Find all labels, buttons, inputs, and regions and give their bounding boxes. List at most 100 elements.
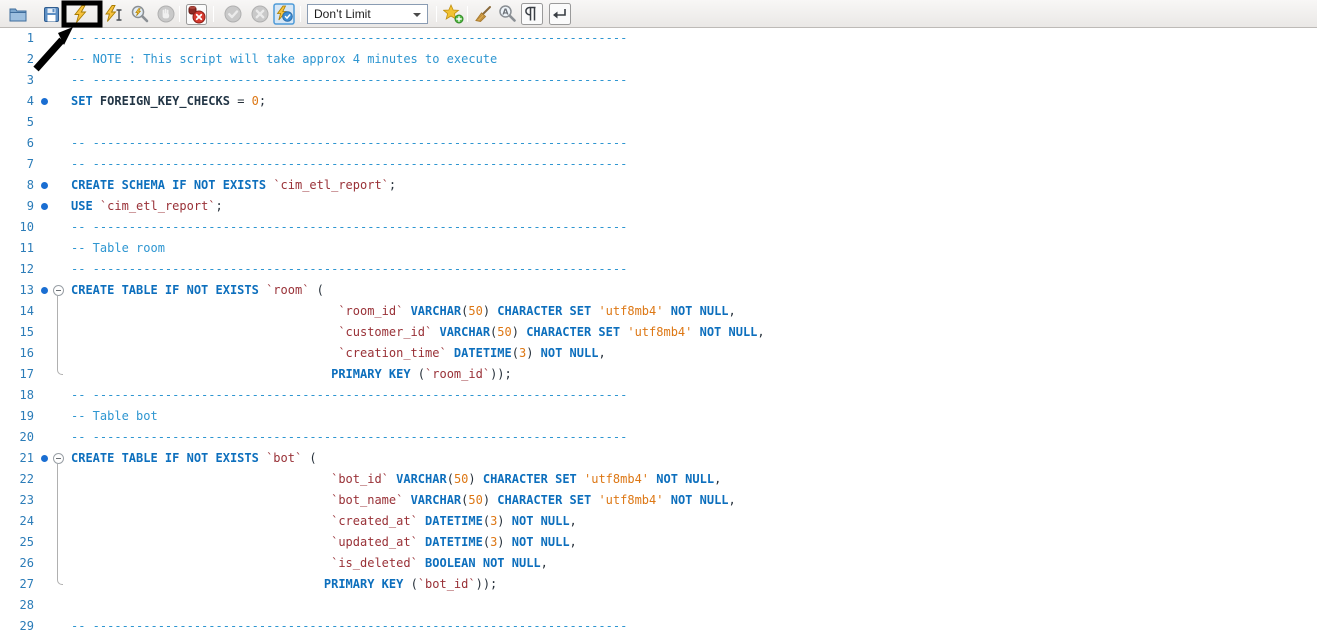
gutter <box>34 91 71 112</box>
code-text: -- -------------------------------------… <box>71 427 627 448</box>
stop-execution-button[interactable] <box>154 2 178 26</box>
sql-editor[interactable]: 1 -- ------------------------------------… <box>0 28 1317 637</box>
line-number: 1 <box>0 28 34 49</box>
fold-guide-line <box>57 296 63 375</box>
toolbar-separator <box>300 6 301 22</box>
code-line[interactable]: 4 SET FOREIGN_KEY_CHECKS = 0; <box>0 91 1317 112</box>
code-text: -- Table room <box>71 238 165 259</box>
star-plus-icon <box>443 4 464 24</box>
explain-plan-button[interactable] <box>128 2 152 26</box>
gutter <box>34 280 71 301</box>
gutter <box>34 553 71 574</box>
gutter <box>34 469 71 490</box>
fold-collapse-icon[interactable] <box>53 453 64 464</box>
execute-current-statement-button[interactable] <box>101 2 125 26</box>
line-number: 4 <box>0 91 34 112</box>
code-line[interactable]: 9USE `cim_etl_report`; <box>0 196 1317 217</box>
statement-marker-icon <box>41 203 48 210</box>
gutter <box>34 532 71 553</box>
broom-icon <box>473 5 493 24</box>
code-line[interactable]: 23 `bot_name` VARCHAR(50) CHARACTER SET … <box>0 490 1317 511</box>
code-line[interactable]: 17 PRIMARY KEY (`room_id`)); <box>0 364 1317 385</box>
commit-button[interactable] <box>221 2 245 26</box>
toggle-invisible-characters-button[interactable] <box>520 2 544 26</box>
fold-collapse-icon[interactable] <box>53 285 64 296</box>
line-number: 20 <box>0 427 34 448</box>
code-line[interactable]: 7-- ------------------------------------… <box>0 154 1317 175</box>
execute-lightning-icon <box>72 5 88 23</box>
code-line[interactable]: 27 PRIMARY KEY (`bot_id`)); <box>0 574 1317 595</box>
gutter <box>34 616 71 637</box>
code-line[interactable]: 18-- -----------------------------------… <box>0 385 1317 406</box>
code-line[interactable]: 26 `is_deleted` BOOLEAN NOT NULL, <box>0 553 1317 574</box>
find-panel-button[interactable]: A <box>496 2 520 26</box>
limit-rows-dropdown[interactable]: Don’t Limit <box>307 4 428 24</box>
toolbar-separator <box>467 6 468 22</box>
code-line[interactable]: 20 -- -----------------------------------… <box>0 427 1317 448</box>
code-line[interactable]: 14 `room_id` VARCHAR(50) CHARACTER SET '… <box>0 301 1317 322</box>
open-script-button[interactable] <box>6 2 30 26</box>
code-line[interactable]: 25 `updated_at` DATETIME(3) NOT NULL, <box>0 532 1317 553</box>
code-line[interactable]: 12-- -----------------------------------… <box>0 259 1317 280</box>
code-text: `room_id` VARCHAR(50) CHARACTER SET 'utf… <box>71 301 736 322</box>
beautify-script-button[interactable] <box>471 2 495 26</box>
code-line[interactable]: 8CREATE SCHEMA IF NOT EXISTS `cim_etl_re… <box>0 175 1317 196</box>
code-line[interactable]: 29-- -----------------------------------… <box>0 616 1317 637</box>
code-text: SET FOREIGN_KEY_CHECKS = 0; <box>71 91 266 112</box>
code-line[interactable]: 6-- ------------------------------------… <box>0 133 1317 154</box>
toggle-stop-on-error-button[interactable] <box>184 2 208 26</box>
code-line[interactable]: 21CREATE TABLE IF NOT EXISTS `bot` ( <box>0 448 1317 469</box>
commit-check-icon <box>224 5 242 23</box>
code-text: `is_deleted` BOOLEAN NOT NULL, <box>71 553 548 574</box>
code-line[interactable]: 15 `customer_id` VARCHAR(50) CHARACTER S… <box>0 322 1317 343</box>
gutter <box>34 70 71 91</box>
code-line[interactable]: 16 `creation_time` DATETIME(3) NOT NULL, <box>0 343 1317 364</box>
code-line[interactable]: 28 <box>0 595 1317 616</box>
toolbar-separator <box>213 6 214 22</box>
save-snippet-button[interactable] <box>441 2 465 26</box>
code-line[interactable]: 5 <box>0 112 1317 133</box>
gutter <box>34 364 71 385</box>
stop-on-error-icon <box>186 4 207 25</box>
statement-marker-icon <box>41 287 48 294</box>
code-text: `created_at` DATETIME(3) NOT NULL, <box>71 511 577 532</box>
line-number: 27 <box>0 574 34 595</box>
toolbar-separator <box>179 6 180 22</box>
execute-script-button[interactable] <box>68 2 92 26</box>
code-line[interactable]: 19-- Table bot <box>0 406 1317 427</box>
code-line[interactable]: 10-- -----------------------------------… <box>0 217 1317 238</box>
code-line[interactable]: 24 `created_at` DATETIME(3) NOT NULL, <box>0 511 1317 532</box>
fold-guide-line <box>57 464 63 585</box>
line-number: 8 <box>0 175 34 196</box>
code-line[interactable]: 1-- ------------------------------------… <box>0 28 1317 49</box>
gutter <box>34 301 71 322</box>
line-number: 14 <box>0 301 34 322</box>
gutter <box>34 49 71 70</box>
gutter <box>34 511 71 532</box>
gutter <box>34 217 71 238</box>
toggle-autocommit-button[interactable] <box>272 2 296 26</box>
code-line[interactable]: 2-- NOTE : This script will take approx … <box>0 49 1317 70</box>
gutter <box>34 196 71 217</box>
code-area[interactable]: 1 -- ------------------------------------… <box>0 28 1317 637</box>
code-text: `updated_at` DATETIME(3) NOT NULL, <box>71 532 577 553</box>
save-script-button[interactable] <box>39 2 63 26</box>
code-text: -- Table bot <box>71 406 158 427</box>
gutter <box>34 154 71 175</box>
code-line[interactable]: 11-- Table room <box>0 238 1317 259</box>
code-line[interactable]: 13CREATE TABLE IF NOT EXISTS `room` ( <box>0 280 1317 301</box>
code-line[interactable]: 22 `bot_id` VARCHAR(50) CHARACTER SET 'u… <box>0 469 1317 490</box>
line-number: 25 <box>0 532 34 553</box>
toggle-word-wrap-button[interactable] <box>548 2 572 26</box>
rollback-button[interactable] <box>248 2 272 26</box>
code-text: `bot_id` VARCHAR(50) CHARACTER SET 'utf8… <box>71 469 721 490</box>
line-number: 18 <box>0 385 34 406</box>
rollback-x-icon <box>251 5 269 23</box>
execute-current-lightning-icon <box>104 5 123 23</box>
code-line[interactable]: 3-- ------------------------------------… <box>0 70 1317 91</box>
gutter <box>34 343 71 364</box>
line-number: 7 <box>0 154 34 175</box>
statement-marker-icon <box>41 182 48 189</box>
open-folder-icon <box>9 6 27 22</box>
code-text: USE `cim_etl_report`; <box>71 196 223 217</box>
